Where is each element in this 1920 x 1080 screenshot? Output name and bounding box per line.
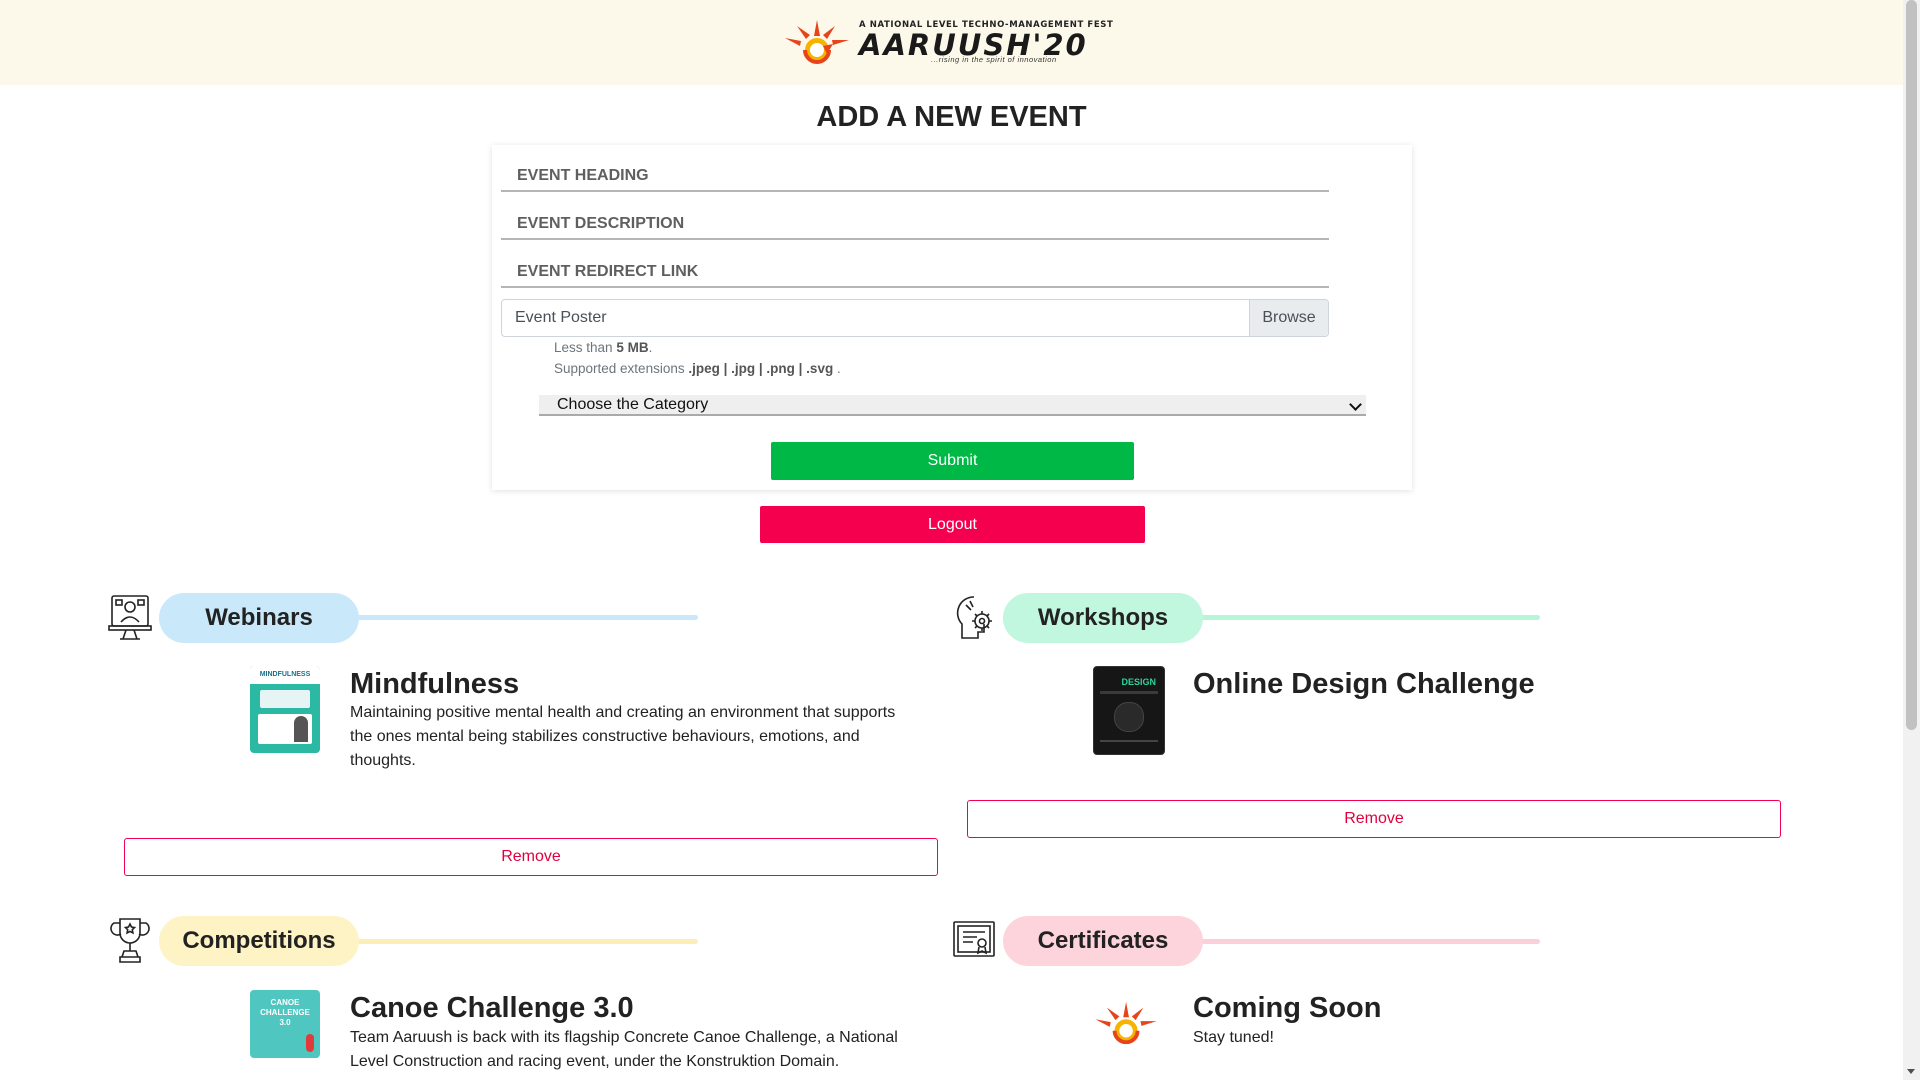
- workshops-line: [1192, 615, 1540, 620]
- certificates-heading: Certificates: [1003, 916, 1203, 966]
- event-redirect-link-input[interactable]: [501, 258, 1329, 288]
- certificate-icon: [953, 921, 995, 957]
- scroll-down-arrow-icon[interactable]: [1903, 1063, 1920, 1080]
- remove-design-challenge-button[interactable]: Remove: [967, 800, 1781, 838]
- logo-subtitle: ...rising in the spirit of innovation: [931, 55, 1057, 64]
- workshops-heading: Workshops: [1003, 593, 1203, 643]
- design-challenge-thumbnail: DESIGN: [1093, 666, 1165, 755]
- webinar-icon: [108, 595, 152, 640]
- coming-soon-title: Coming Soon: [1193, 992, 1382, 1024]
- category-selected-value: Choose the Category: [557, 396, 709, 413]
- logout-button[interactable]: Logout: [760, 506, 1145, 543]
- event-poster-file-input[interactable]: Event Poster Browse: [501, 299, 1329, 337]
- coming-soon-sun-icon: [1095, 1001, 1157, 1045]
- canoe-challenge-description: Team Aaruush is back with its flagship C…: [350, 1029, 898, 1070]
- event-poster-label: Event Poster: [515, 309, 607, 326]
- site-header: A NATIONAL LEVEL TECHNO-MANAGEMENT FEST …: [0, 0, 1903, 85]
- browse-button[interactable]: Browse: [1249, 300, 1328, 336]
- sun-icon: [785, 20, 849, 64]
- aaruush-logo[interactable]: A NATIONAL LEVEL TECHNO-MANAGEMENT FEST …: [783, 18, 1123, 68]
- canoe-challenge-title: Canoe Challenge 3.0: [350, 992, 634, 1024]
- design-challenge-title: Online Design Challenge: [1193, 668, 1535, 700]
- trophy-icon: [110, 918, 150, 963]
- webinars-heading: Webinars: [159, 593, 359, 643]
- file-size-help: Less than 5 MB.: [554, 340, 653, 355]
- file-extensions-help: Supported extensions .jpeg | .jpg | .png…: [554, 361, 841, 376]
- canoe-challenge-thumbnail: CANOE CHALLENGE 3.0: [250, 990, 320, 1058]
- mindfulness-title: Mindfulness: [350, 668, 520, 700]
- event-heading-input[interactable]: [501, 162, 1329, 192]
- submit-button[interactable]: Submit: [771, 442, 1134, 480]
- webinars-line: [348, 615, 698, 620]
- mindfulness-description: Maintaining positive mental health and c…: [350, 704, 896, 769]
- event-description-input[interactable]: [501, 210, 1329, 240]
- coming-soon-description: Stay tuned!: [1193, 1029, 1274, 1046]
- workshop-gear-head-icon: [956, 596, 992, 639]
- page: A NATIONAL LEVEL TECHNO-MANAGEMENT FEST …: [0, 0, 1903, 1080]
- category-select[interactable]: Choose the Category: [539, 395, 1366, 416]
- competitions-heading: Competitions: [159, 916, 359, 966]
- certificates-line: [1192, 939, 1540, 944]
- competitions-line: [348, 939, 698, 944]
- mindfulness-thumbnail: MINDFULNESS: [250, 666, 320, 753]
- remove-mindfulness-button[interactable]: Remove: [124, 838, 938, 876]
- page-title: ADD A NEW EVENT: [816, 101, 1087, 133]
- scrollbar-thumb[interactable]: [1906, 0, 1917, 730]
- chevron-down-icon: [1349, 398, 1362, 411]
